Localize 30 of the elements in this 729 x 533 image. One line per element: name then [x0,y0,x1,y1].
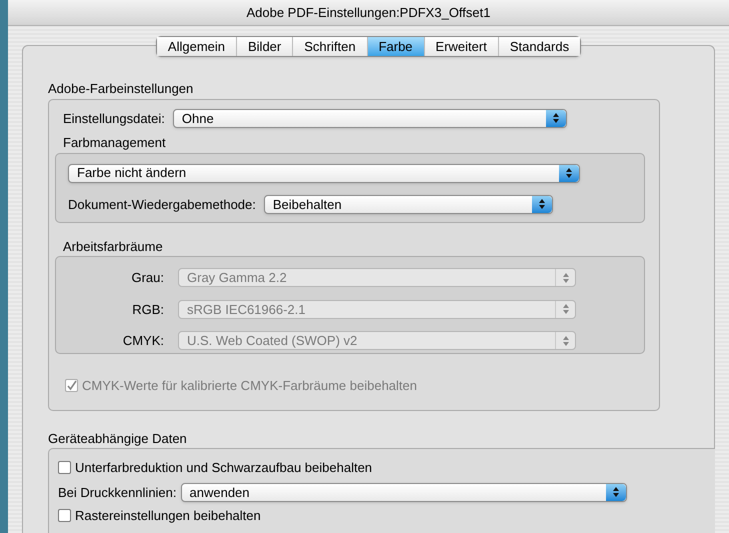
group-title: Geräteabhängige Daten [48,430,188,448]
checkbox[interactable] [58,461,71,474]
checkbox-label: Unterfarbreduktion und Schwarzaufbau beibehalten [75,459,372,477]
tab[interactable]: Erweitert [424,37,498,56]
field-label: Dokument-Wiedergabemethode: [68,196,256,214]
field-label: Grau: [130,269,164,287]
tab[interactable]: Bilder [236,37,292,56]
field-label: RGB: [131,300,164,318]
checkbox[interactable] [58,509,71,522]
popup-arrows-icon [559,164,579,182]
tab[interactable]: Schriften [292,37,367,56]
popup-menu[interactable]: Beibehalten [264,194,553,214]
window-title: Adobe PDF-Einstellungen:PDFX3_Offset1 [246,4,490,22]
tab[interactable]: Standards [498,37,580,56]
popup-menu[interactable]: Ohne [172,108,567,128]
field-label: CMYK: [122,332,164,350]
checkbox-label: CMYK-Werte für kalibrierte CMYK-Farbräume beibehalten [82,377,417,395]
group-title: Arbeitsfarbräume [63,238,164,256]
tab[interactable]: Allgemein [156,37,236,56]
popup-arrows-icon [546,110,566,127]
field-label: Bei Druckkennlinien: [58,484,177,502]
tab[interactable]: Farbe [366,37,424,56]
group-title: Farbmanagement [63,134,167,152]
checkbox-label: Rastereinstellungen beibehalten [75,507,261,525]
field-label: Einstellungsdatei: [63,110,165,128]
popup-arrows-icon [532,196,552,213]
popup-arrows-icon [606,484,626,501]
popup-menu[interactable]: Farbe nicht ändern [68,164,580,182]
group-title: Adobe-Farbeinstellungen [48,80,194,98]
popup-menu[interactable]: anwenden [180,482,627,502]
